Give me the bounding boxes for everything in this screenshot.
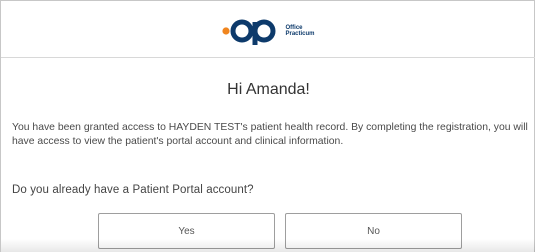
op-logo-mark-icon: [222, 19, 276, 45]
logo-header: Office Practicum: [1, 14, 535, 48]
portal-account-question: Do you already have a Patient Portal acc…: [12, 184, 254, 196]
registration-panel: Office Practicum Hi Amanda! You have bee…: [0, 0, 535, 252]
no-button[interactable]: No: [285, 213, 462, 249]
logo-wordmark: Office Practicum: [285, 25, 314, 37]
yes-button[interactable]: Yes: [98, 213, 275, 249]
header-divider: [1, 57, 535, 58]
access-description: You have been granted access to HAYDEN T…: [12, 122, 528, 147]
office-practicum-logo: Office Practicum: [222, 16, 315, 46]
greeting-heading: Hi Amanda!: [227, 81, 310, 98]
logo-text-practicum: Practicum: [285, 31, 315, 37]
